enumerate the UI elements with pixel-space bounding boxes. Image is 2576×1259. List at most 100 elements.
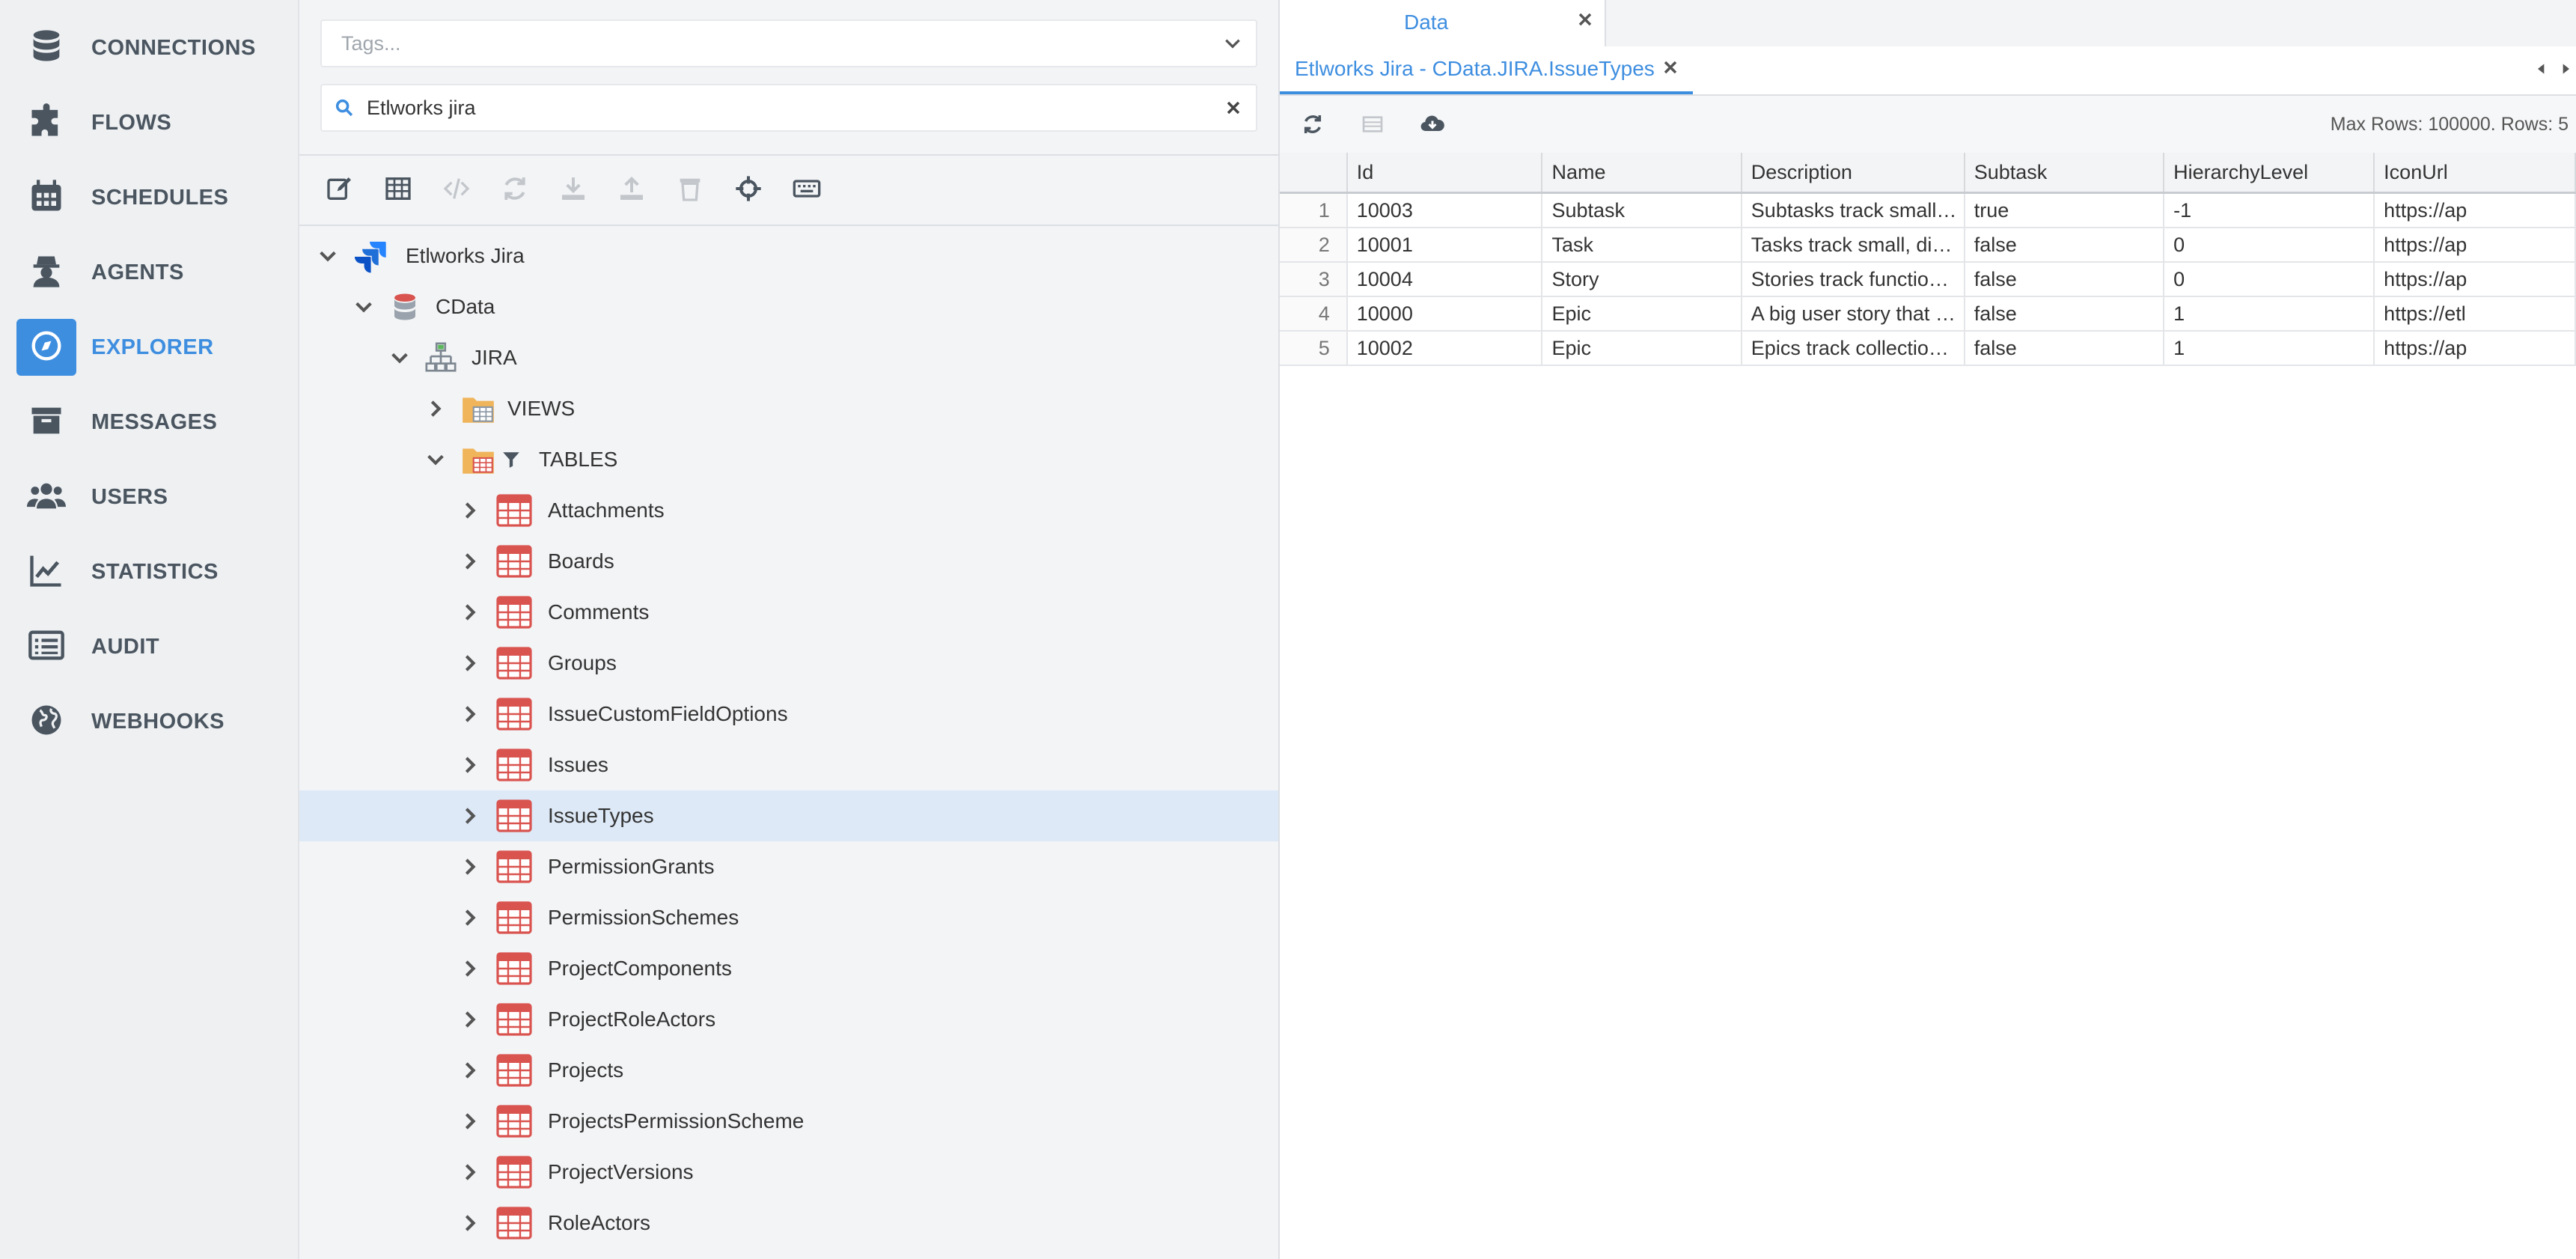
- chevron-down-icon[interactable]: [1223, 34, 1242, 53]
- grid-view-icon[interactable]: [1361, 112, 1385, 140]
- tree-node-schema[interactable]: JIRA: [299, 332, 1278, 383]
- table-view-button[interactable]: [380, 172, 416, 208]
- cell-subtask[interactable]: false: [1964, 331, 2165, 366]
- tree-node-table[interactable]: Boards: [299, 536, 1278, 587]
- table-row[interactable]: 3 10004 Story Stories track functio… false 0 h…: [1280, 262, 2576, 297]
- cell-iconurl[interactable]: https://ap: [2374, 331, 2576, 366]
- tree-node-table[interactable]: IssueCustomFieldOptions: [299, 689, 1278, 740]
- tree-node-connection[interactable]: Etlworks Jira: [299, 231, 1278, 281]
- code-button[interactable]: [439, 172, 474, 208]
- chevron-right-icon[interactable]: [457, 1108, 483, 1135]
- chevron-right-icon[interactable]: [457, 548, 483, 575]
- table-row[interactable]: 1 10003 Subtask Subtasks track small… true -1…: [1280, 192, 2576, 228]
- locate-button[interactable]: [730, 172, 766, 208]
- nav-connections[interactable]: CONNECTIONS: [16, 19, 281, 76]
- tree-node-table[interactable]: Attachments: [299, 485, 1278, 536]
- cell-name[interactable]: Story: [1542, 262, 1742, 297]
- nav-schedules[interactable]: SCHEDULES: [16, 169, 281, 226]
- cell-hierarchylevel[interactable]: -1: [2164, 192, 2375, 228]
- cell-hierarchylevel[interactable]: 0: [2164, 228, 2375, 263]
- chevron-right-icon[interactable]: [457, 904, 483, 931]
- cell-id[interactable]: 10004: [1346, 262, 1543, 297]
- chevron-right-icon[interactable]: [457, 955, 483, 982]
- filter-icon[interactable]: [500, 441, 522, 478]
- tab-data[interactable]: Data: [1280, 0, 1606, 46]
- refresh-icon[interactable]: [1301, 112, 1325, 140]
- cell-subtask[interactable]: false: [1964, 296, 2165, 332]
- nav-explorer[interactable]: EXPLORER: [16, 319, 281, 376]
- cell-description[interactable]: Tasks track small, di…: [1741, 228, 1965, 263]
- tree-node-database[interactable]: CData: [299, 281, 1278, 332]
- scroll-left-icon[interactable]: [2534, 61, 2549, 80]
- download-button[interactable]: [555, 172, 591, 208]
- chevron-right-icon[interactable]: [457, 1057, 483, 1084]
- cell-id[interactable]: 10000: [1346, 296, 1543, 332]
- column-header-subtask[interactable]: Subtask: [1964, 153, 2165, 194]
- column-header-id[interactable]: Id: [1346, 153, 1543, 194]
- tree-node-table[interactable]: Comments: [299, 587, 1278, 638]
- cell-iconurl[interactable]: https://ap: [2374, 228, 2576, 263]
- cell-description[interactable]: Stories track functio…: [1741, 262, 1965, 297]
- chevron-right-icon[interactable]: [457, 497, 483, 524]
- cloud-download-icon[interactable]: [1419, 111, 1446, 141]
- cell-iconurl[interactable]: https://etl: [2374, 296, 2576, 332]
- cell-iconurl[interactable]: https://ap: [2374, 192, 2576, 228]
- tree-node-table[interactable]: PermissionGrants: [299, 841, 1278, 892]
- table-row[interactable]: 5 10002 Epic Epics track collectio… false 1 ht…: [1280, 331, 2576, 366]
- search-input[interactable]: Etlworks jira: [320, 84, 1257, 132]
- chevron-right-icon[interactable]: [457, 1159, 483, 1186]
- cell-name[interactable]: Task: [1542, 228, 1742, 263]
- tab-issuetypes[interactable]: Etlworks Jira - CData.JIRA.IssueTypes: [1280, 46, 1693, 94]
- scroll-right-icon[interactable]: [2558, 61, 2573, 80]
- delete-button[interactable]: [672, 172, 708, 208]
- upload-button[interactable]: [614, 172, 650, 208]
- table-row[interactable]: 4 10000 Epic A big user story that … false 1 h…: [1280, 296, 2576, 332]
- edit-button[interactable]: [322, 172, 358, 208]
- chevron-right-icon[interactable]: [457, 599, 483, 626]
- chevron-right-icon[interactable]: [457, 650, 483, 677]
- table-row[interactable]: 2 10001 Task Tasks track small, di… false 0 ht…: [1280, 228, 2576, 263]
- tree-node-table[interactable]: ProjectVersions: [299, 1147, 1278, 1198]
- cell-hierarchylevel[interactable]: 1: [2164, 331, 2375, 366]
- cell-id[interactable]: 10001: [1346, 228, 1543, 263]
- cell-subtask[interactable]: false: [1964, 262, 2165, 297]
- close-icon[interactable]: [1576, 10, 1594, 32]
- nav-messages[interactable]: MESSAGES: [16, 394, 281, 451]
- refresh-button[interactable]: [497, 172, 533, 208]
- chevron-right-icon[interactable]: [457, 752, 483, 778]
- chevron-right-icon[interactable]: [457, 802, 483, 829]
- tree-node-table[interactable]: ProjectRoleActors: [299, 994, 1278, 1045]
- cell-subtask[interactable]: false: [1964, 228, 2165, 263]
- tree-node-table[interactable]: RoleActors: [299, 1198, 1278, 1249]
- clear-search-icon[interactable]: [1224, 99, 1242, 117]
- cell-description[interactable]: A big user story that …: [1741, 296, 1965, 332]
- chevron-right-icon[interactable]: [457, 1210, 483, 1237]
- cell-id[interactable]: 10002: [1346, 331, 1543, 366]
- column-header-hierarchylevel[interactable]: HierarchyLevel: [2164, 153, 2375, 194]
- nav-agents[interactable]: AGENTS: [16, 244, 281, 301]
- tree-node-table[interactable]: ProjectsPermissionScheme: [299, 1096, 1278, 1147]
- cell-description[interactable]: Epics track collectio…: [1741, 331, 1965, 366]
- cell-name[interactable]: Epic: [1542, 331, 1742, 366]
- tree-node-table[interactable]: IssueTypes: [299, 790, 1278, 841]
- nav-audit[interactable]: AUDIT: [16, 618, 281, 675]
- chevron-right-icon[interactable]: [457, 853, 483, 880]
- chevron-right-icon[interactable]: [422, 395, 449, 422]
- tags-select[interactable]: Tags...: [320, 19, 1257, 67]
- cell-hierarchylevel[interactable]: 1: [2164, 296, 2375, 332]
- cell-iconurl[interactable]: https://ap: [2374, 262, 2576, 297]
- keyboard-button[interactable]: [789, 172, 825, 208]
- tree-node-table[interactable]: Groups: [299, 638, 1278, 689]
- chevron-right-icon[interactable]: [457, 1006, 483, 1033]
- nav-webhooks[interactable]: WEBHOOKS: [16, 693, 281, 750]
- tree-node-table[interactable]: ProjectComponents: [299, 943, 1278, 994]
- chevron-down-icon[interactable]: [314, 243, 341, 269]
- tree-node-table[interactable]: PermissionSchemes: [299, 892, 1278, 943]
- cell-description[interactable]: Subtasks track small…: [1741, 192, 1965, 228]
- cell-subtask[interactable]: true: [1964, 192, 2165, 228]
- column-header-iconurl[interactable]: IconUrl: [2374, 153, 2576, 194]
- cell-id[interactable]: 10003: [1346, 192, 1543, 228]
- nav-statistics[interactable]: STATISTICS: [16, 543, 281, 600]
- cell-hierarchylevel[interactable]: 0: [2164, 262, 2375, 297]
- cell-name[interactable]: Subtask: [1542, 192, 1742, 228]
